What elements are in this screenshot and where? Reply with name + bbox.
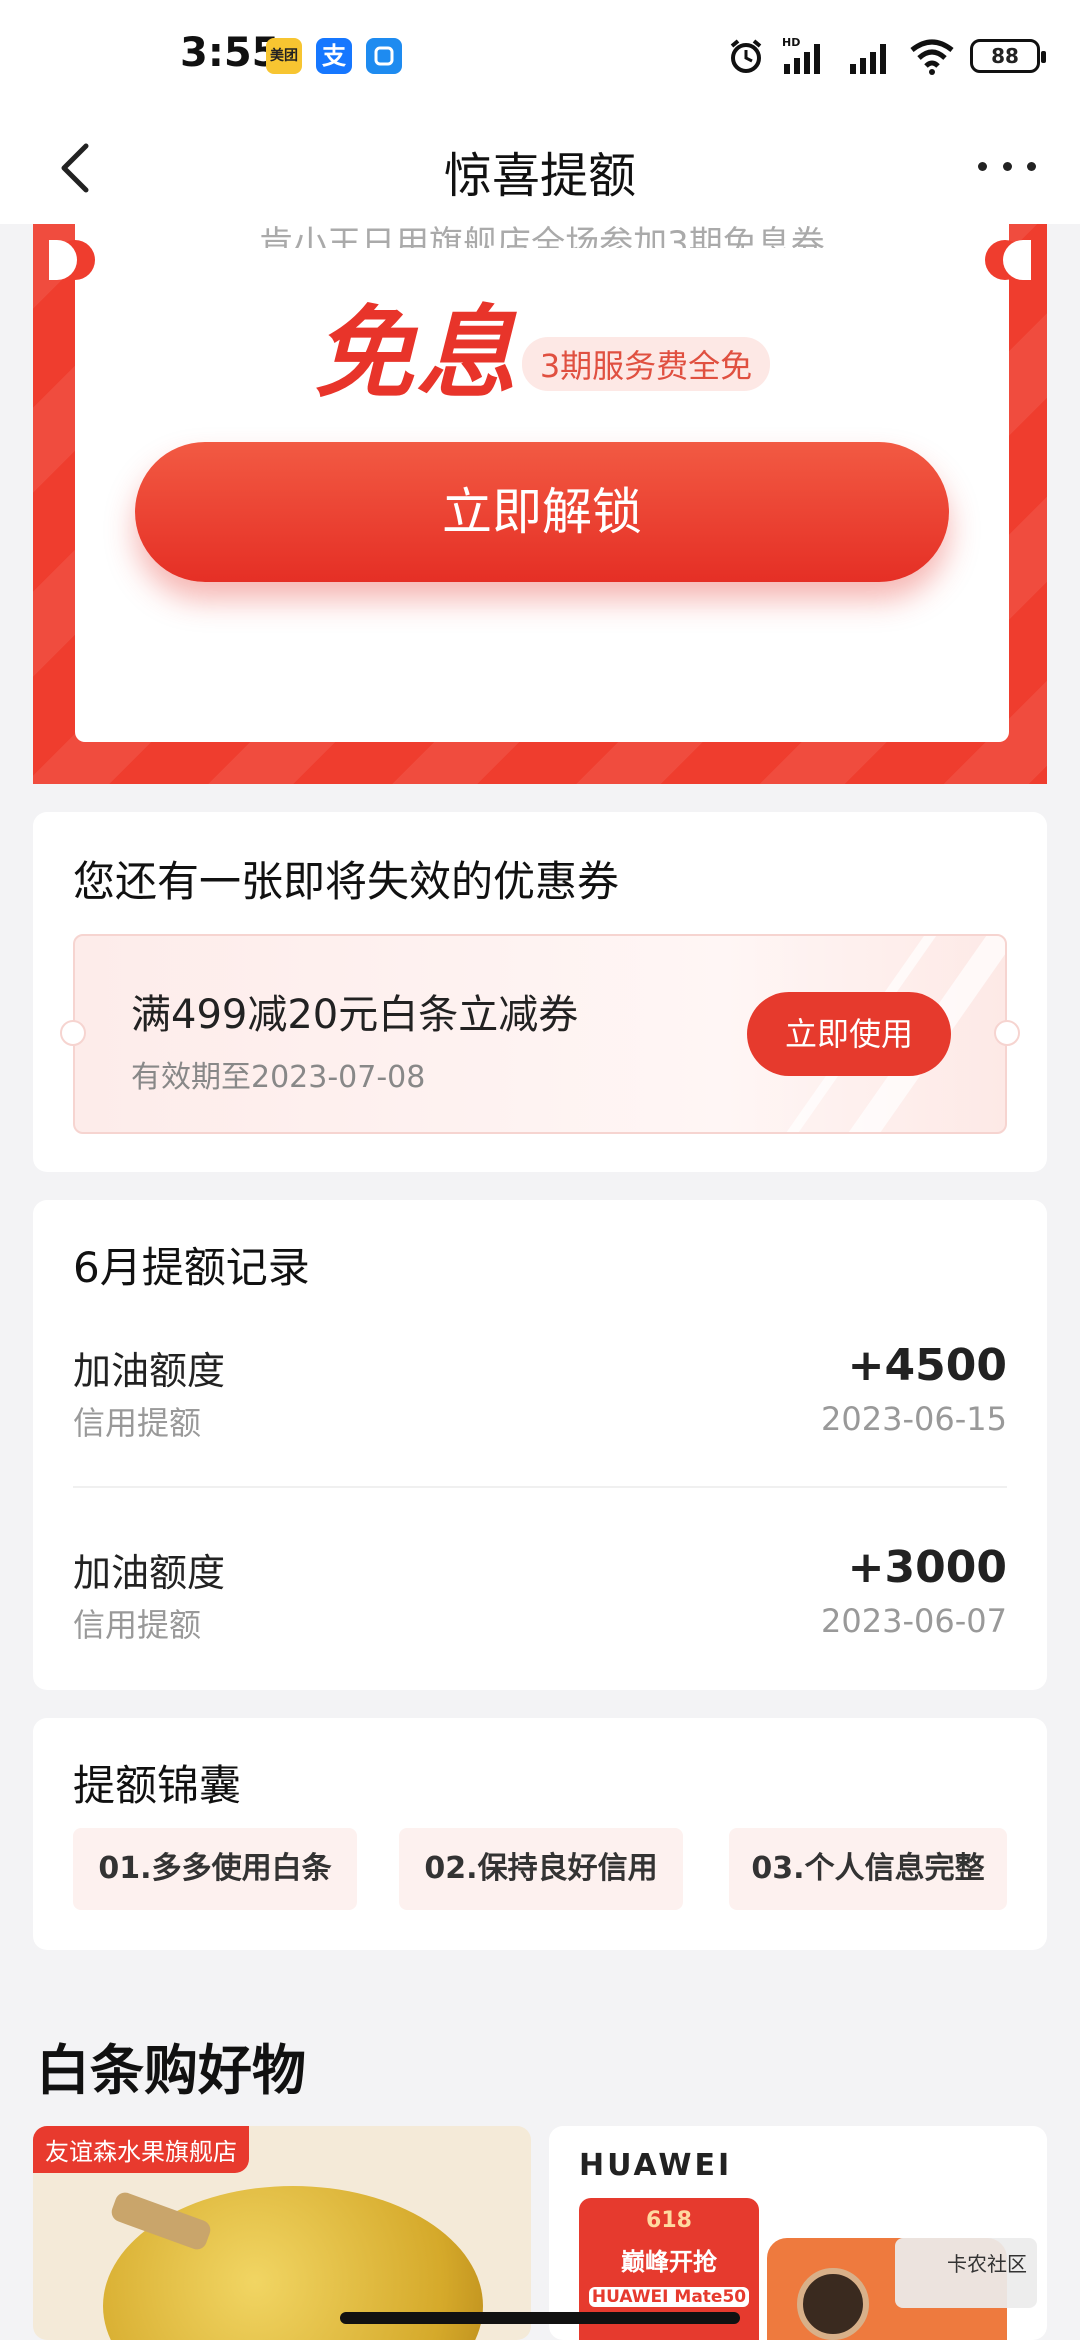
tips-section-title: 提额锦囊	[73, 1761, 242, 1810]
record-amount: +3000	[847, 1542, 1007, 1593]
record-divider	[73, 1486, 1007, 1488]
interest-free-label: 免息	[313, 295, 518, 412]
coupon-expiry: 有效期至2023-07-08	[131, 1060, 426, 1095]
coupon-notch-left	[60, 1020, 86, 1046]
alipay-icon: 支	[316, 38, 352, 74]
record-title: 加油额度	[73, 1349, 226, 1393]
promo-model-label: HUAWEI Mate50	[589, 2287, 749, 2307]
records-section-title: 6月提额记录	[73, 1243, 310, 1292]
record-date: 2023-06-07	[821, 1602, 1007, 1640]
page-title: 惊喜提额	[443, 148, 636, 204]
community-watermark: 卡农社区	[895, 2238, 1037, 2308]
coupon-section-title: 您还有一张即将失效的优惠券	[73, 857, 620, 906]
signal-hd-icon: HD	[782, 36, 820, 74]
more-options-button[interactable]	[972, 136, 1042, 196]
signal-icon	[850, 44, 886, 74]
alarm-icon	[730, 39, 762, 73]
service-fee-tag: 3期服务费全免	[521, 337, 771, 391]
unlock-now-button[interactable]: 立即解锁	[135, 442, 949, 582]
more-dot-icon	[1002, 161, 1012, 171]
credit-tips-card: 提额锦囊 01.多多使用白条 02.保持良好信用 03.个人信息完整	[33, 1718, 1047, 1950]
svg-text:HD: HD	[782, 36, 800, 49]
navigation-bar: 惊喜提额	[0, 112, 1080, 224]
promo-sale-label: 巅峰开抢	[621, 2248, 717, 2276]
credit-increase-records-card: 6月提额记录 加油额度 信用提额 +4500 2023-06-15 加油额度 信…	[33, 1200, 1047, 1690]
store-tag: 友谊森水果旗舰店	[33, 2126, 249, 2173]
more-dot-icon	[1027, 161, 1036, 171]
record-title: 加油额度	[73, 1551, 226, 1595]
home-indicator[interactable]	[340, 2312, 740, 2324]
promo-headline: 免息 3期服务费全免	[75, 299, 1009, 409]
status-bar: 3:55 美团 支 HD 88	[0, 0, 1080, 112]
coupon-name: 满499减20元白条立减券	[131, 992, 579, 1038]
status-indicators: HD 88	[726, 34, 1046, 78]
more-dot-icon	[978, 161, 987, 171]
record-subtitle: 信用提额	[73, 1606, 202, 1644]
tip-item[interactable]: 03.个人信息完整	[729, 1828, 1007, 1910]
interest-free-promo-card: 肯小王日用旗舰店全场参加3期免息券 免息 3期服务费全免 立即解锁	[33, 224, 1047, 784]
tip-item[interactable]: 01.多多使用白条	[73, 1828, 357, 1910]
tip-item[interactable]: 02.保持良好信用	[399, 1828, 683, 1910]
coupon-ticket[interactable]: 满499减20元白条立减券 有效期至2023-07-08 立即使用	[73, 934, 1007, 1134]
coupon-notch-right	[994, 1020, 1020, 1046]
goods-section-title: 白条购好物	[36, 2039, 306, 2102]
battery-indicator: 88	[970, 39, 1046, 73]
promo-description: 肯小王日用旗舰店全场参加3期免息券	[259, 224, 825, 248]
status-time: 3:55	[180, 30, 280, 76]
use-now-button[interactable]: 立即使用	[747, 992, 951, 1076]
brand-logo: HUAWEI	[579, 2148, 733, 2183]
record-item: 加油额度 信用提额 +4500 2023-06-15	[73, 1340, 1007, 1480]
app-notification-icon	[366, 38, 402, 74]
product-card[interactable]: 友谊森水果旗舰店	[33, 2126, 531, 2340]
record-item: 加油额度 信用提额 +3000 2023-06-07	[73, 1542, 1007, 1682]
promo-inner-panel: 肯小王日用旗舰店全场参加3期免息券 免息 3期服务费全免 立即解锁	[75, 224, 1009, 742]
record-date: 2023-06-15	[821, 1400, 1007, 1438]
promo-618-label: 618	[646, 2208, 692, 2233]
record-amount: +4500	[847, 1340, 1007, 1391]
wifi-icon	[910, 39, 954, 75]
record-subtitle: 信用提额	[73, 1404, 202, 1442]
expiring-coupon-card: 您还有一张即将失效的优惠券 满499减20元白条立减券 有效期至2023-07-…	[33, 812, 1047, 1172]
product-card[interactable]: HUAWEI 618 巅峰开抢 HUAWEI Mate50 卡农社区	[549, 2126, 1047, 2340]
meituan-icon: 美团	[266, 38, 302, 74]
